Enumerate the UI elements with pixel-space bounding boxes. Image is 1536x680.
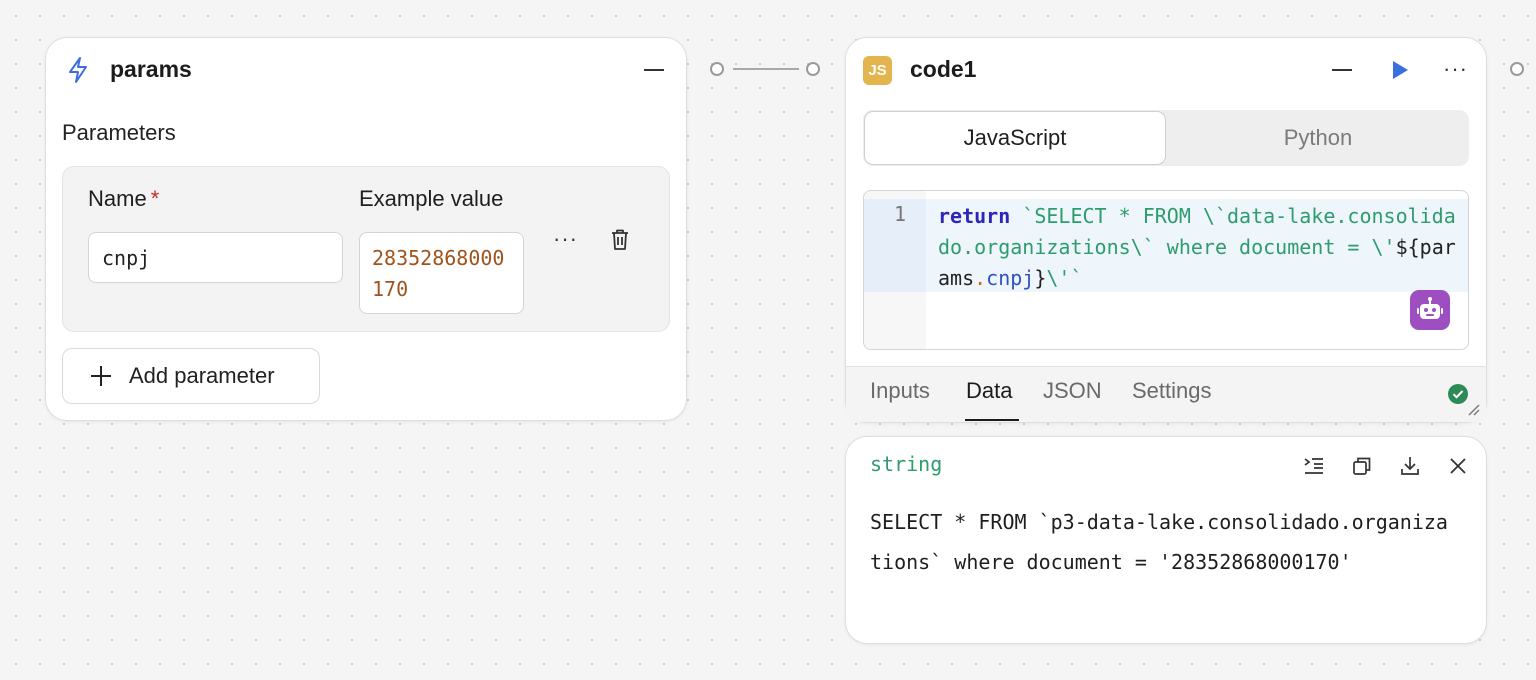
params-node-title: params bbox=[110, 56, 192, 82]
tab-settings[interactable]: Settings bbox=[1132, 378, 1212, 404]
download-icon[interactable] bbox=[1399, 455, 1421, 477]
language-option-javascript[interactable]: JavaScript bbox=[864, 111, 1166, 165]
robot-icon bbox=[1417, 297, 1443, 319]
format-icon[interactable] bbox=[1303, 455, 1325, 477]
example-value-label: Example value bbox=[359, 186, 504, 211]
plus-icon bbox=[91, 366, 111, 386]
code-more-button[interactable]: ··· bbox=[1443, 56, 1468, 82]
tab-json[interactable]: JSON bbox=[1043, 378, 1102, 404]
output-type-label: string bbox=[870, 452, 943, 476]
success-check-icon bbox=[1448, 384, 1468, 404]
copy-icon[interactable] bbox=[1351, 455, 1373, 477]
resize-handle-icon[interactable] bbox=[1466, 402, 1480, 416]
code-interp-dot: . bbox=[974, 266, 987, 290]
required-marker: * bbox=[150, 186, 160, 211]
code-editor[interactable]: 1 return `SELECT * FROM \`data-lake.cons… bbox=[863, 190, 1469, 350]
bolt-icon bbox=[69, 57, 87, 83]
ai-assistant-button[interactable] bbox=[1410, 290, 1450, 330]
minimize-icon[interactable] bbox=[1332, 69, 1352, 71]
output-port[interactable] bbox=[710, 62, 724, 76]
parameters-section-label: Parameters bbox=[62, 120, 176, 145]
add-parameter-button[interactable]: Add parameter bbox=[62, 348, 320, 404]
active-tab-indicator bbox=[965, 419, 1019, 421]
tab-inputs[interactable]: Inputs bbox=[870, 378, 930, 404]
parameter-more-button[interactable]: ··· bbox=[553, 226, 578, 252]
add-parameter-label: Add parameter bbox=[129, 363, 275, 388]
code-node-title: code1 bbox=[910, 56, 977, 82]
minimize-icon[interactable] bbox=[644, 69, 664, 71]
play-icon[interactable] bbox=[1390, 59, 1410, 81]
code-interp-property: cnpj bbox=[986, 266, 1035, 290]
code-keyword: return bbox=[938, 204, 1011, 228]
code-interp-close: } bbox=[1034, 266, 1047, 290]
js-badge-icon: JS bbox=[863, 56, 892, 85]
language-option-python[interactable]: Python bbox=[1167, 111, 1469, 165]
code-string-part: `SELECT * FROM \`data-lake.consolidado.o… bbox=[938, 204, 1456, 259]
code-line[interactable]: return `SELECT * FROM \`data-lake.consol… bbox=[938, 201, 1458, 294]
name-field-label: Name * bbox=[88, 186, 159, 212]
code-interp-open: ${ bbox=[1395, 235, 1420, 259]
code-output-port[interactable] bbox=[1510, 62, 1524, 76]
trash-icon[interactable] bbox=[609, 228, 631, 252]
parameter-name-input[interactable] bbox=[88, 232, 343, 283]
close-icon[interactable] bbox=[1447, 455, 1469, 477]
line-number: 1 bbox=[893, 202, 906, 226]
output-value: SELECT * FROM `p3-data-lake.consolidado.… bbox=[870, 510, 1448, 574]
input-port[interactable] bbox=[806, 62, 820, 76]
code-string-end: \'` bbox=[1046, 266, 1083, 290]
name-label-text: Name bbox=[88, 186, 147, 211]
tab-data[interactable]: Data bbox=[966, 378, 1012, 404]
example-value-input[interactable]: 28352868000170 bbox=[359, 232, 524, 314]
language-toggle: JavaScript Python bbox=[863, 110, 1469, 166]
connection-edge bbox=[733, 68, 799, 70]
